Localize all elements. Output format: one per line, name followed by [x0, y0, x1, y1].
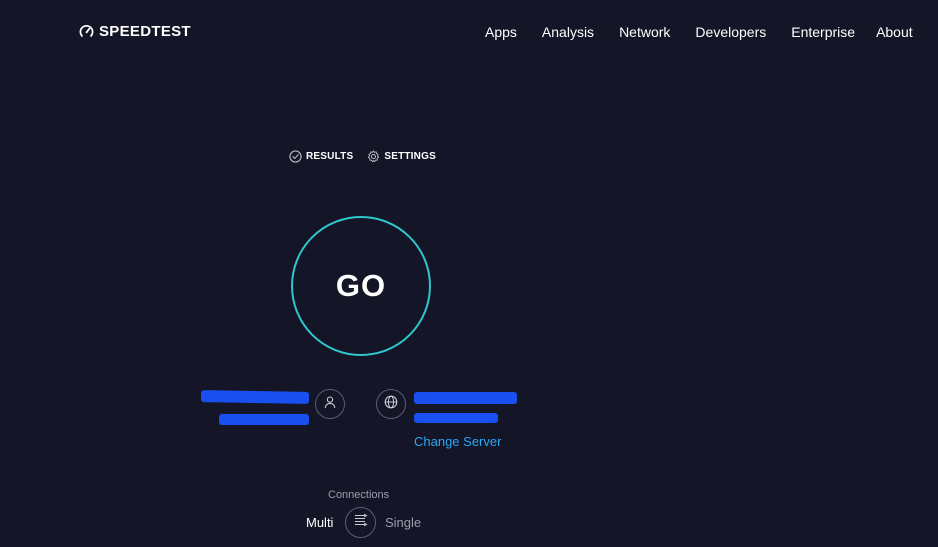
nav-item-enterprise[interactable]: Enterprise [791, 24, 855, 40]
change-server-link[interactable]: Change Server [414, 434, 501, 449]
check-circle-icon [289, 150, 302, 163]
user-icon [323, 395, 337, 414]
server-name-redacted [414, 392, 517, 404]
nav-item-developers[interactable]: Developers [695, 24, 766, 40]
connections-multi-option[interactable]: Multi [306, 515, 333, 530]
speedtest-page: SPEEDTEST Apps Analysis Network Develope… [0, 0, 938, 547]
connections-label: Connections [328, 489, 390, 501]
speedometer-icon [79, 24, 94, 39]
connections-toggle-icon [353, 513, 369, 532]
go-button[interactable]: GO [291, 216, 431, 356]
speedtest-logo[interactable]: SPEEDTEST [79, 23, 191, 40]
nav-item-network[interactable]: Network [619, 24, 670, 40]
results-link[interactable]: RESULTS [289, 150, 353, 163]
connections-single-option[interactable]: Single [385, 515, 421, 530]
test-actions: RESULTS SETTINGS [289, 150, 436, 163]
nav-item-analysis[interactable]: Analysis [542, 24, 594, 40]
go-label: GO [335, 268, 387, 303]
results-label: RESULTS [306, 151, 354, 162]
gear-icon [367, 150, 380, 163]
nav-item-apps[interactable]: Apps [485, 24, 517, 40]
settings-label: SETTINGS [384, 151, 436, 162]
main-nav: Apps Analysis Network Developers Enterpr… [485, 24, 913, 40]
server-globe-button[interactable] [376, 389, 406, 419]
nav-item-about[interactable]: About [876, 24, 913, 40]
connections-toggle[interactable] [345, 507, 376, 538]
isp-name-redacted [200, 390, 310, 404]
server-location-redacted [414, 413, 498, 423]
logo-text: SPEEDTEST [99, 23, 191, 40]
isp-user-button[interactable] [315, 389, 345, 419]
settings-link[interactable]: SETTINGS [367, 150, 436, 163]
isp-ip-redacted [219, 414, 309, 425]
globe-icon [384, 395, 398, 414]
